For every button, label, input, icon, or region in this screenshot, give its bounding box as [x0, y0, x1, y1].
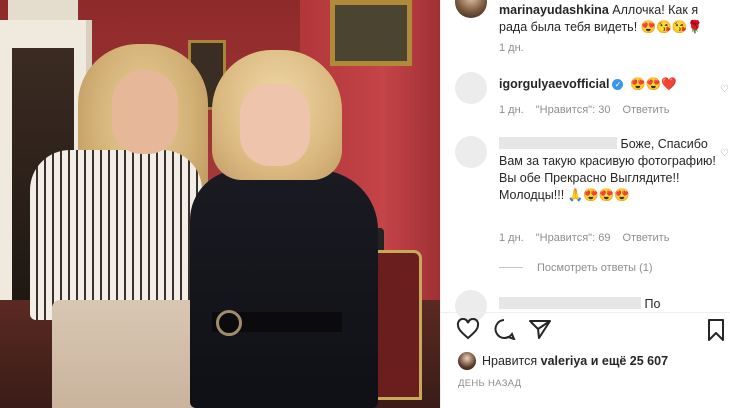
- comment-text-block: igorgulyaevofficial ✓ 😍😍❤️: [499, 76, 721, 93]
- bookmark-icon[interactable]: [706, 318, 726, 348]
- comment-like-heart-icon[interactable]: ♡: [720, 148, 729, 159]
- woman-right-face: [240, 84, 310, 166]
- actions-divider: [440, 312, 730, 313]
- woman-left-striped-blouse: [30, 150, 202, 320]
- comment-username-redacted: [499, 137, 617, 149]
- comment-text: 😍😍❤️: [629, 77, 677, 91]
- comment-text: По: [644, 297, 661, 311]
- comment-reply-button[interactable]: Ответить: [622, 232, 669, 244]
- photo-painting: [330, 0, 412, 66]
- likes-user[interactable]: valeriya: [541, 354, 588, 368]
- woman-right-black-top: [190, 170, 378, 408]
- verified-badge-icon: ✓: [612, 79, 624, 90]
- caption-time: 1 дн.: [499, 42, 524, 54]
- comment-likes-count[interactable]: "Нравится": 30: [536, 104, 611, 116]
- comment-meta: 1 дн. "Нравится": 30 Ответить: [499, 104, 681, 116]
- post-timestamp: ДЕНЬ НАЗАД: [458, 378, 522, 389]
- liker-avatar[interactable]: [458, 352, 476, 370]
- heart-outline-icon[interactable]: [456, 317, 480, 346]
- likes-text: Нравится valeriya и ещё 25 607: [482, 354, 668, 368]
- comment-time: 1 дн.: [499, 104, 524, 116]
- comment-like-heart-icon[interactable]: ♡: [720, 84, 729, 95]
- comment-time: 1 дн.: [499, 232, 524, 244]
- comment-text-block: По: [499, 296, 721, 313]
- comment-avatar[interactable]: [455, 72, 487, 104]
- likes-count[interactable]: и ещё 25 607: [591, 354, 668, 368]
- action-bar: [452, 317, 724, 348]
- view-replies-button[interactable]: Посмотреть ответы (1): [499, 262, 653, 274]
- comment-username-redacted: [499, 297, 641, 309]
- caption-text-block: marinayudashkina Аллочка! Как я рада был…: [499, 2, 721, 36]
- comment-likes-count[interactable]: "Нравится": 69: [536, 232, 611, 244]
- caption-avatar[interactable]: [455, 0, 487, 18]
- caption-username[interactable]: marinayudashkina: [499, 3, 609, 17]
- comment-bubble-icon[interactable]: [492, 318, 516, 346]
- post-photo[interactable]: [0, 0, 440, 408]
- likes-summary[interactable]: Нравится valeriya и ещё 25 607: [458, 352, 720, 374]
- comment-text-block: Боже, Спасибо Вам за такую красивую фото…: [499, 136, 721, 204]
- paper-plane-icon[interactable]: [528, 318, 552, 346]
- comment-meta: 1 дн. "Нравится": 69 Ответить: [499, 232, 681, 244]
- comment-username[interactable]: igorgulyaevofficial: [499, 77, 609, 91]
- woman-right-belt-buckle: [216, 310, 242, 336]
- comment-avatar[interactable]: [455, 136, 487, 168]
- comment-reply-button[interactable]: Ответить: [622, 104, 669, 116]
- woman-left-face: [112, 70, 178, 154]
- woman-left-skirt: [52, 300, 202, 408]
- caption-meta: 1 дн.: [499, 42, 536, 54]
- likes-prefix: Нравится: [482, 354, 538, 368]
